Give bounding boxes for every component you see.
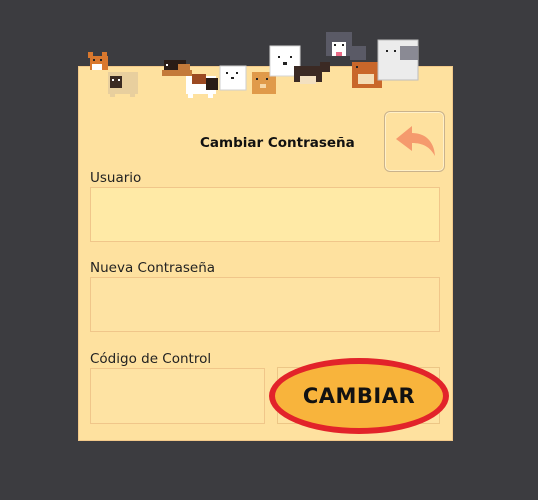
cambiar-button-label: CAMBIAR [302,384,416,408]
page-title: Cambiar Contraseña [200,135,355,151]
beagle-dog-icon [186,74,218,98]
cambiar-button[interactable]: CAMBIAR [269,358,449,434]
nueva-contrasena-input[interactable] [90,277,440,332]
codigo-control-label: Código de Control [90,351,212,367]
pug-dog-icon [108,72,138,97]
page: Cambiar Contraseña Usuario Nueva Contras… [0,0,538,500]
back-button[interactable] [384,111,445,172]
nueva-contrasena-label: Nueva Contraseña [90,260,216,276]
black-tan-dog-icon [162,60,192,76]
sheepdog-dog-icon [377,39,419,81]
back-arrow-icon [395,125,435,156]
pixel-dogs-banner-icon [88,32,419,98]
shiba-dog-icon [88,52,108,70]
usuario-label: Usuario [90,170,142,186]
codigo-control-input[interactable] [90,368,265,424]
usuario-input[interactable] [90,187,440,242]
husky-dog-icon [326,32,366,60]
white-fluffy-dog-icon [219,65,247,91]
